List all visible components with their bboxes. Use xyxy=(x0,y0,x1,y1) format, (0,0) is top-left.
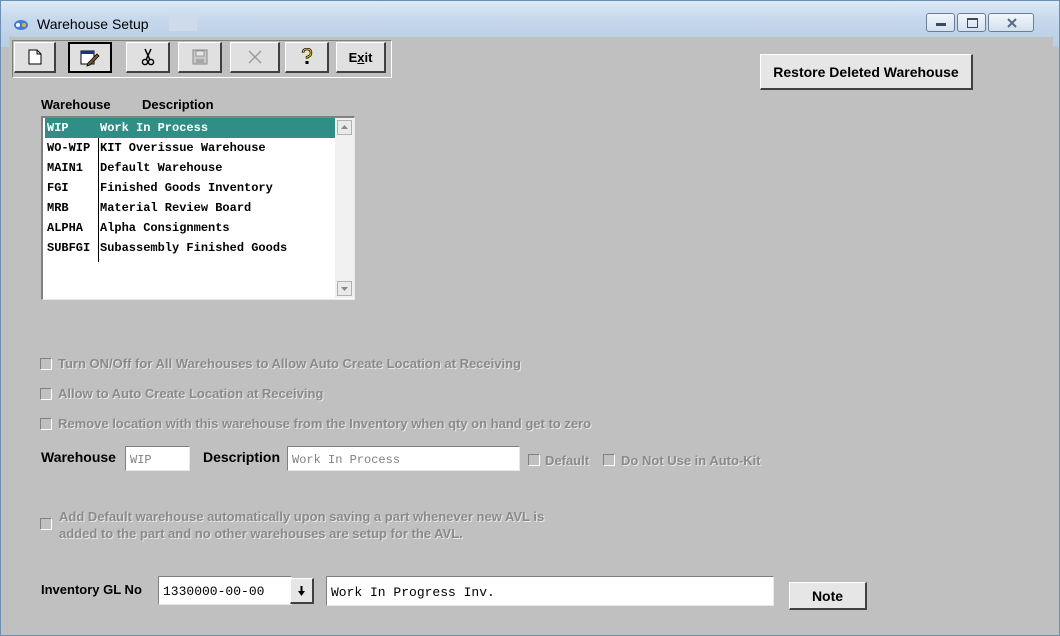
auto-create-label: Allow to Auto Create Location at Receivi… xyxy=(58,386,324,401)
list-item[interactable]: MAIN1 Default Warehouse xyxy=(45,158,335,178)
gl-description-field[interactable]: Work In Progress Inv. xyxy=(326,576,774,606)
save-disk-icon xyxy=(192,49,207,65)
list-item-code: SUBFGI xyxy=(47,241,91,255)
delete-button[interactable] xyxy=(230,42,280,73)
gl-number-field[interactable]: 1330000-00-00 xyxy=(158,576,292,605)
window-title: Warehouse Setup xyxy=(37,16,149,32)
list-header-description: Description xyxy=(142,97,214,112)
exit-label-e: E xyxy=(348,49,358,65)
list-scrollbar[interactable] xyxy=(335,118,354,298)
add-default-warehouse-checkbox[interactable] xyxy=(40,518,52,530)
list-item-description: KIT Overissue Warehouse xyxy=(100,141,266,155)
list-item-description: Finished Goods Inventory xyxy=(100,181,273,195)
list-item-code: ALPHA xyxy=(47,221,84,235)
client-area: Ex it Restore Deleted Warehouse Warehouse… xyxy=(9,37,1053,629)
minimize-button[interactable] xyxy=(926,13,955,32)
add-default-line2: added to the part and no other warehouse… xyxy=(59,526,463,541)
default-checkbox[interactable] xyxy=(528,454,540,466)
scroll-down-button[interactable] xyxy=(337,281,352,296)
remove-location-checkbox[interactable] xyxy=(40,418,52,430)
maximize-button[interactable] xyxy=(957,13,986,32)
list-header-warehouse: Warehouse xyxy=(41,97,111,112)
list-item[interactable]: FGI Finished Goods Inventory xyxy=(45,178,335,198)
cut-button[interactable] xyxy=(126,42,170,73)
save-button[interactable] xyxy=(178,42,222,73)
list-item-code: MRB xyxy=(47,201,69,215)
scroll-up-button[interactable] xyxy=(337,120,352,135)
not-autokit-label: Do Not Use in Auto-Kit xyxy=(621,453,761,468)
app-icon xyxy=(14,20,28,30)
list-item-code: MAIN1 xyxy=(47,161,84,175)
arrow-down-icon xyxy=(298,585,305,596)
list-item[interactable]: SUBFGI Subassembly Finished Goods xyxy=(45,238,335,258)
list-item[interactable]: WIP Work In Process xyxy=(45,118,335,138)
edit-button[interactable] xyxy=(68,42,112,73)
auto-create-checkbox[interactable] xyxy=(40,388,52,400)
scissors-icon xyxy=(141,48,154,66)
exit-label-it: it xyxy=(364,49,373,65)
not-autokit-checkbox[interactable] xyxy=(603,454,615,466)
note-button[interactable]: Note xyxy=(789,582,867,610)
new-button[interactable] xyxy=(14,42,56,73)
warehouse-field-label: Warehouse xyxy=(41,449,116,465)
close-button[interactable] xyxy=(988,13,1034,32)
warehouse-setup-window: Warehouse Setup E x it Restore Deleted W… xyxy=(0,0,1060,636)
list-item[interactable]: WO-WIP KIT Overissue Warehouse xyxy=(45,138,335,158)
new-document-icon xyxy=(28,49,41,65)
close-icon xyxy=(1007,18,1017,28)
list-item-description: Work In Process xyxy=(100,121,209,135)
exit-hotkey: x xyxy=(357,49,365,65)
warehouse-list[interactable]: WIP Work In Process WO-WIP KIT Overissue… xyxy=(41,116,355,300)
list-item-description: Material Review Board xyxy=(100,201,252,215)
exit-button[interactable]: Ex it xyxy=(336,42,386,73)
maximize-icon xyxy=(967,18,978,28)
list-item-code: FGI xyxy=(47,181,69,195)
help-button[interactable] xyxy=(285,42,329,73)
minimize-icon xyxy=(936,23,946,26)
list-item-description: Subassembly Finished Goods xyxy=(100,241,288,255)
help-question-icon xyxy=(301,48,312,64)
warehouse-code-field[interactable]: WIP xyxy=(125,446,190,471)
list-item[interactable]: MRB Material Review Board xyxy=(45,198,335,218)
title-blank-field xyxy=(169,15,197,31)
description-field[interactable]: Work In Process xyxy=(287,446,520,471)
inventory-gl-label: Inventory GL No xyxy=(41,582,142,597)
list-item-code: WIP xyxy=(47,121,69,135)
list-item-description: Alpha Consignments xyxy=(100,221,230,235)
delete-x-icon xyxy=(248,50,261,64)
add-default-line1: Add Default warehouse automatically upon… xyxy=(59,509,545,524)
restore-deleted-warehouse-button[interactable]: Restore Deleted Warehouse xyxy=(760,54,973,90)
list-item[interactable]: ALPHA Alpha Consignments xyxy=(45,218,335,238)
list-item-description: Default Warehouse xyxy=(100,161,223,175)
gl-lookup-button[interactable] xyxy=(290,578,314,604)
all-auto-create-checkbox[interactable] xyxy=(40,358,52,370)
all-auto-create-label: Turn ON/Off for All Warehouses to Allow … xyxy=(58,356,521,371)
default-label: Default xyxy=(545,453,590,468)
edit-icon xyxy=(80,50,100,67)
remove-location-label: Remove location with this warehouse from… xyxy=(58,416,592,431)
scroll-up-icon xyxy=(341,125,348,129)
description-field-label: Description xyxy=(203,449,281,465)
scroll-down-icon xyxy=(341,287,348,291)
list-item-code: WO-WIP xyxy=(47,141,91,155)
